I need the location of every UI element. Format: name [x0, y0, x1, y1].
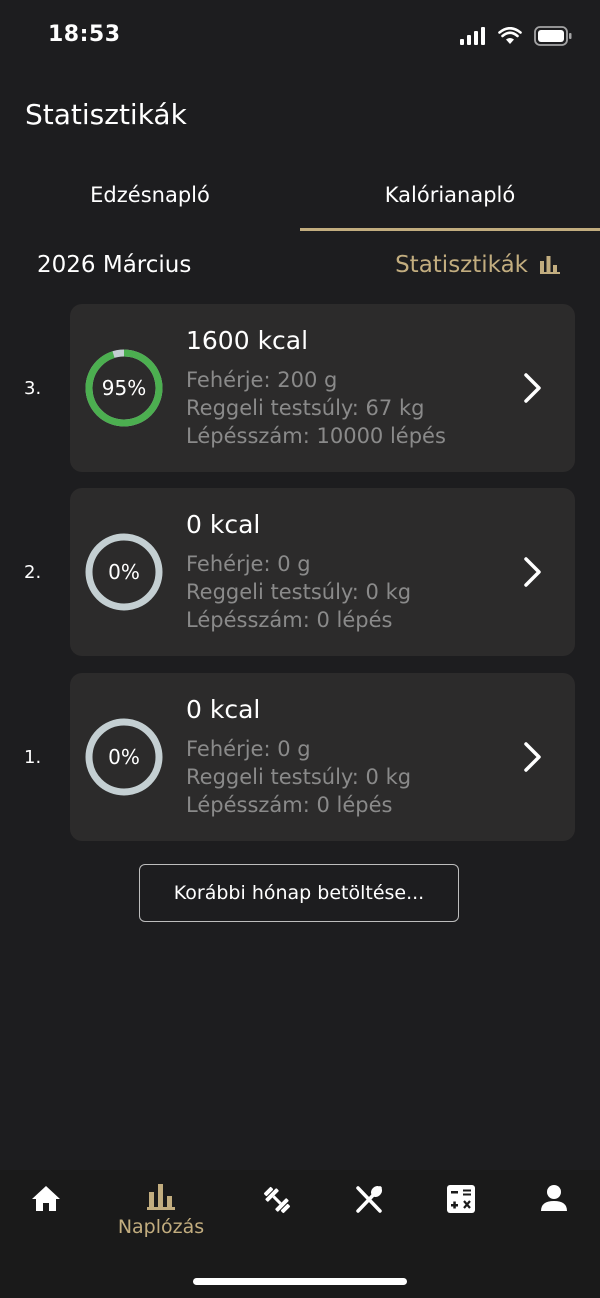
day-index: 2.: [24, 561, 42, 583]
progress-percent: 0%: [108, 560, 140, 584]
chevron-right-icon[interactable]: [522, 556, 544, 588]
day-entry: 1. 0% 0 kcal Fehérje: 0 g Reggeli testsú…: [0, 673, 600, 841]
page-title: Statisztikák: [25, 98, 187, 131]
nav-profile[interactable]: [508, 1170, 600, 1240]
kcal-value: 1600 kcal: [186, 326, 309, 355]
nav-nutrition[interactable]: [323, 1170, 415, 1240]
status-bar: 18:53: [0, 0, 600, 80]
progress-percent: 95%: [101, 376, 147, 400]
load-previous-month-button[interactable]: Korábbi hónap betöltése...: [139, 864, 459, 922]
home-indicator[interactable]: [193, 1278, 407, 1285]
dumbbell-icon: [263, 1186, 291, 1214]
signal-icon: [460, 27, 485, 45]
status-icons: [460, 26, 572, 46]
bar-chart-icon: [147, 1184, 175, 1210]
chevron-right-icon[interactable]: [522, 372, 544, 404]
protein-text: Fehérje: 200 g: [186, 368, 338, 392]
protein-text: Fehérje: 0 g: [186, 737, 311, 761]
day-card[interactable]: 0% 0 kcal Fehérje: 0 g Reggeli testsúly:…: [70, 673, 575, 841]
day-entry: 2. 0% 0 kcal Fehérje: 0 g Reggeli testsú…: [0, 488, 600, 656]
protein-text: Fehérje: 0 g: [186, 552, 311, 576]
day-index: 1.: [24, 746, 42, 768]
statistics-link-label: Statisztikák: [395, 252, 528, 278]
kcal-value: 0 kcal: [186, 695, 261, 724]
weight-text: Reggeli testsúly: 67 kg: [186, 396, 425, 420]
user-icon: [541, 1185, 567, 1211]
nav-calculator[interactable]: [415, 1170, 507, 1240]
nav-home[interactable]: [0, 1170, 92, 1240]
kcal-value: 0 kcal: [186, 510, 261, 539]
nav-naplozas-label: Naplózás: [117, 1216, 205, 1238]
day-card[interactable]: 0% 0 kcal Fehérje: 0 g Reggeli testsúly:…: [70, 488, 575, 656]
day-entry: 3. 95% 1600 kcal Fehérje: 200 g Reggeli …: [0, 304, 600, 472]
tab-edzesnaplo[interactable]: Edzésnapló: [0, 160, 300, 230]
status-time: 18:53: [48, 22, 121, 47]
tab-bar: Edzésnapló Kalórianapló: [0, 160, 600, 232]
steps-text: Lépésszám: 0 lépés: [186, 608, 393, 632]
day-card[interactable]: 95% 1600 kcal Fehérje: 200 g Reggeli tes…: [70, 304, 575, 472]
active-tab-indicator: [300, 228, 600, 231]
wifi-icon: [498, 27, 522, 44]
calculator-icon: [447, 1185, 475, 1213]
day-index: 3.: [24, 377, 42, 399]
steps-text: Lépésszám: 0 lépés: [186, 793, 393, 817]
weight-text: Reggeli testsúly: 0 kg: [186, 765, 412, 789]
nav-naplozas[interactable]: Naplózás: [115, 1170, 207, 1240]
bar-chart-icon: [540, 256, 560, 274]
home-icon: [32, 1186, 60, 1211]
progress-percent: 0%: [108, 745, 140, 769]
statistics-link[interactable]: Statisztikák: [395, 252, 560, 278]
chevron-right-icon[interactable]: [522, 741, 544, 773]
battery-icon: [534, 26, 572, 46]
utensils-icon: [356, 1185, 383, 1213]
month-label: 2026 Március: [37, 252, 192, 278]
weight-text: Reggeli testsúly: 0 kg: [186, 580, 412, 604]
steps-text: Lépésszám: 10000 lépés: [186, 424, 446, 448]
nav-workout[interactable]: [231, 1170, 323, 1240]
tab-kalorianaplo[interactable]: Kalórianapló: [300, 160, 600, 230]
